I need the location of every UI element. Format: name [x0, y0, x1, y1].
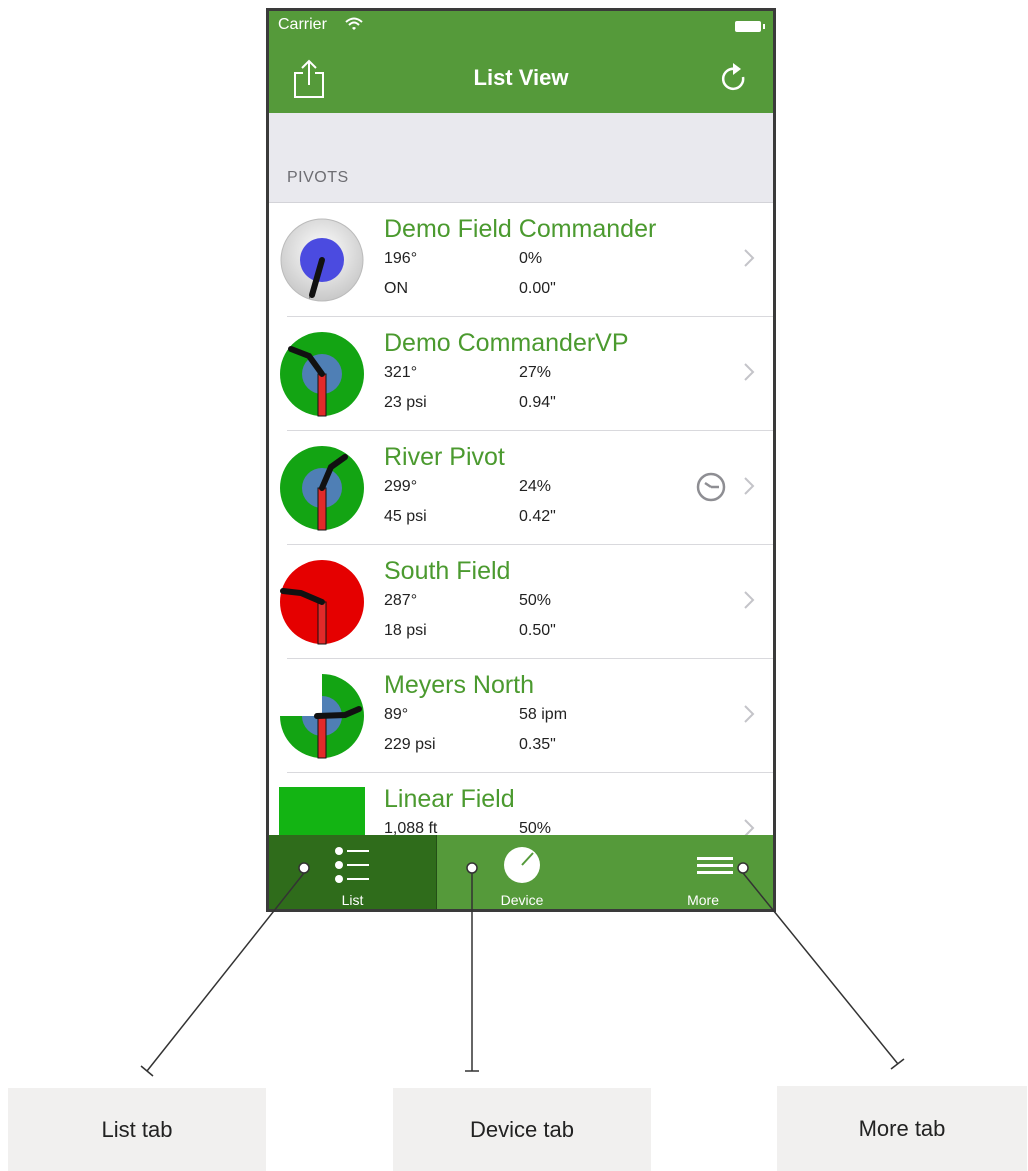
annotation-lines: [140, 862, 905, 1077]
callout-more-tab: More tab: [777, 1086, 1027, 1171]
device-tab-marker: [466, 862, 478, 874]
list-tab-marker: [298, 862, 310, 874]
callout-device-tab: Device tab: [393, 1088, 651, 1171]
callout-list-tab: List tab: [8, 1088, 266, 1171]
more-tab-marker: [737, 862, 749, 874]
